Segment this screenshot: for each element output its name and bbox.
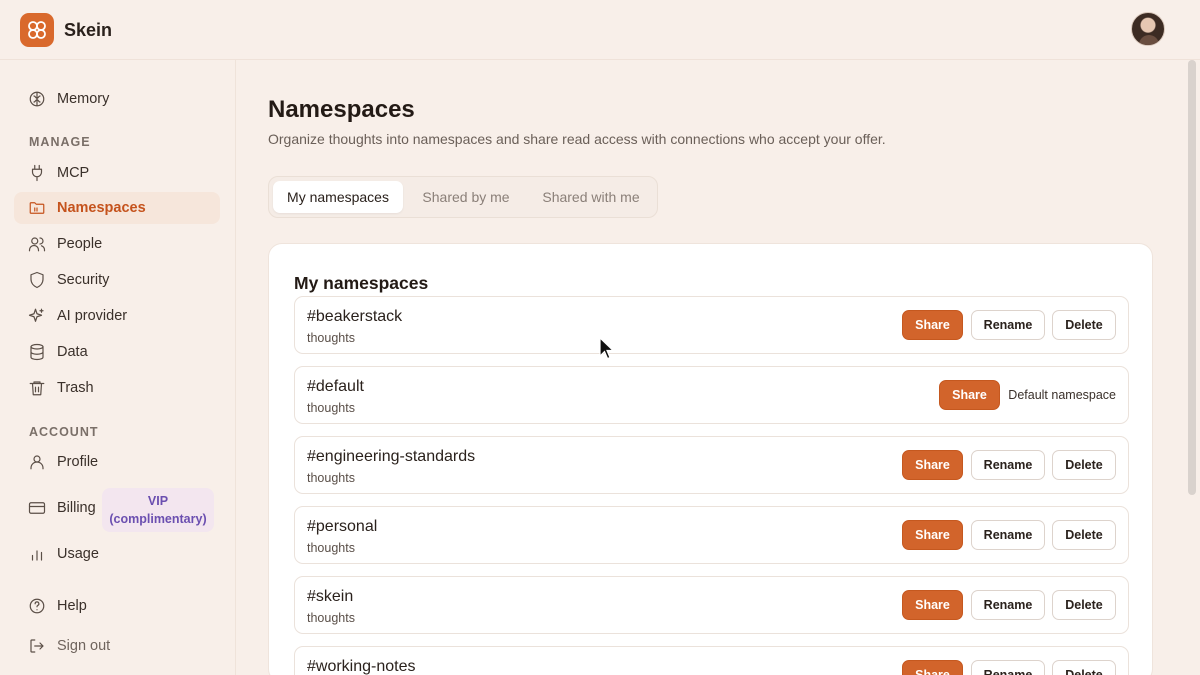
- rename-button[interactable]: Rename: [971, 310, 1045, 340]
- bar-chart-icon: [28, 545, 46, 563]
- sidebar-item-label: Namespaces: [57, 200, 146, 216]
- sidebar-item-label: Usage: [57, 546, 99, 562]
- sidebar-item-mcp[interactable]: MCP: [14, 157, 220, 189]
- brand-name: Skein: [64, 20, 113, 40]
- credit-card-icon: [28, 499, 46, 517]
- section-label-account: ACCOUNT: [29, 425, 99, 439]
- sidebar-item-label: Data: [57, 344, 88, 360]
- sidebar-item-label: Sign out: [57, 638, 111, 654]
- namespace-row: #working-notes thoughts Share Rename Del…: [294, 646, 1129, 675]
- sidebar-item-memory[interactable]: Memory: [14, 83, 220, 115]
- namespace-name: #working-notes: [307, 658, 416, 675]
- share-button[interactable]: Share: [902, 590, 963, 620]
- sidebar-item-profile[interactable]: Profile: [14, 446, 220, 478]
- delete-button[interactable]: Delete: [1052, 310, 1116, 340]
- rename-button[interactable]: Rename: [971, 520, 1045, 550]
- sparkle-icon: [28, 307, 46, 325]
- log-out-icon: [28, 637, 46, 655]
- namespace-name: #default: [307, 378, 364, 395]
- sidebar-item-label: MCP: [57, 165, 90, 181]
- namespace-row: #personal thoughts Share Rename Delete: [294, 506, 1129, 564]
- page-subtitle: Organize thoughts into namespaces and sh…: [268, 131, 886, 147]
- skein-logo-icon[interactable]: [20, 13, 54, 47]
- card-title: My namespaces: [294, 273, 429, 293]
- vip-badge-line2: (complimentary): [109, 512, 207, 526]
- sidebar-item-label: AI provider: [57, 308, 128, 324]
- trash-icon: [28, 379, 46, 397]
- help-circle-icon: [28, 597, 46, 615]
- namespace-row: #skein thoughts Share Rename Delete: [294, 576, 1129, 634]
- rename-button[interactable]: Rename: [971, 660, 1045, 675]
- shield-icon: [28, 271, 46, 289]
- namespace-subtitle: thoughts: [307, 401, 355, 415]
- brain-icon: [28, 90, 46, 108]
- sidebar-item-ai-provider[interactable]: AI provider: [14, 300, 220, 332]
- sidebar-item-label: Trash: [57, 380, 94, 396]
- tab-shared-with-me[interactable]: Shared with me: [529, 181, 653, 213]
- user-icon: [28, 453, 46, 471]
- namespace-subtitle: thoughts: [307, 541, 355, 555]
- sidebar: Memory MANAGE MCP Namespaces People Secu…: [0, 60, 236, 675]
- sidebar-item-namespaces[interactable]: Namespaces: [14, 192, 220, 224]
- sidebar-item-label: Help: [57, 598, 87, 614]
- default-namespace-label: Default namespace: [1008, 388, 1116, 402]
- sidebar-item-security[interactable]: Security: [14, 264, 220, 296]
- page-scrollbar[interactable]: [1188, 60, 1196, 495]
- namespace-row: #engineering-standards thoughts Share Re…: [294, 436, 1129, 494]
- database-icon: [28, 343, 46, 361]
- sidebar-item-usage[interactable]: Usage: [14, 538, 220, 570]
- namespace-tabs: My namespaces Shared by me Shared with m…: [268, 176, 658, 218]
- page-title: Namespaces: [268, 96, 415, 123]
- sidebar-item-label: Memory: [57, 91, 110, 107]
- share-button[interactable]: Share: [902, 310, 963, 340]
- sidebar-item-trash[interactable]: Trash: [14, 372, 220, 404]
- delete-button[interactable]: Delete: [1052, 520, 1116, 550]
- share-button[interactable]: Share: [939, 380, 1000, 410]
- delete-button[interactable]: Delete: [1052, 450, 1116, 480]
- share-button[interactable]: Share: [902, 520, 963, 550]
- share-button[interactable]: Share: [902, 660, 963, 675]
- tab-shared-by-me[interactable]: Shared by me: [407, 181, 525, 213]
- rename-button[interactable]: Rename: [971, 450, 1045, 480]
- namespace-subtitle: thoughts: [307, 471, 355, 485]
- vip-badge-line1: VIP: [147, 494, 169, 508]
- sidebar-item-sign-out[interactable]: Sign out: [14, 630, 220, 662]
- vip-badge: VIP (complimentary): [102, 488, 214, 532]
- namespace-row: #default thoughts Share Default namespac…: [294, 366, 1129, 424]
- sidebar-item-label: Security: [57, 272, 110, 288]
- sidebar-item-help[interactable]: Help: [14, 590, 220, 622]
- sidebar-item-label: People: [57, 236, 103, 252]
- namespaces-card: My namespaces #beakerstack thoughts Shar…: [268, 243, 1153, 675]
- folder-icon: [28, 199, 46, 217]
- namespace-subtitle: thoughts: [307, 611, 355, 625]
- delete-button[interactable]: Delete: [1052, 590, 1116, 620]
- sidebar-item-label: Billing: [57, 500, 96, 516]
- user-avatar[interactable]: [1131, 12, 1165, 46]
- sidebar-item-billing[interactable]: Billing: [14, 492, 96, 524]
- namespace-name: #skein: [307, 588, 354, 605]
- plug-icon: [28, 164, 46, 182]
- sidebar-item-data[interactable]: Data: [14, 336, 220, 368]
- namespace-subtitle: thoughts: [307, 331, 355, 345]
- top-bar: Skein: [0, 0, 1200, 60]
- delete-button[interactable]: Delete: [1052, 660, 1116, 675]
- namespace-name: #personal: [307, 518, 378, 535]
- share-button[interactable]: Share: [902, 450, 963, 480]
- sidebar-item-label: Profile: [57, 454, 99, 470]
- namespace-name: #engineering-standards: [307, 448, 476, 465]
- section-label-manage: MANAGE: [29, 135, 91, 149]
- namespace-name: #beakerstack: [307, 308, 403, 325]
- rename-button[interactable]: Rename: [971, 590, 1045, 620]
- users-icon: [28, 235, 46, 253]
- namespace-row: #beakerstack thoughts Share Rename Delet…: [294, 296, 1129, 354]
- mouse-cursor-icon: [599, 337, 615, 360]
- tab-my-namespaces[interactable]: My namespaces: [273, 181, 403, 213]
- sidebar-item-people[interactable]: People: [14, 228, 220, 260]
